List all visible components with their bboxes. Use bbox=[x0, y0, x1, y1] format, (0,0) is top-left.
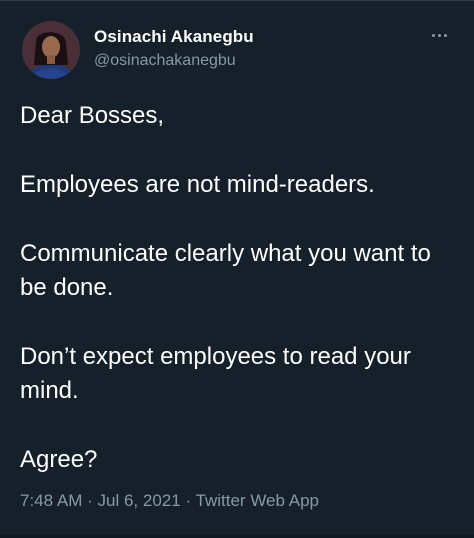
author-handle[interactable]: @osinachakanegbu bbox=[94, 52, 236, 70]
tweet-paragraph: Employees are not mind-readers. bbox=[20, 171, 375, 198]
tweet-paragraph: Don’t expect employees to read your mind… bbox=[20, 343, 411, 404]
tweet-date[interactable]: Jul 6, 2021 bbox=[98, 491, 181, 510]
dot bbox=[437, 33, 441, 37]
tweet-text: Dear Bosses, Employees are not mind-read… bbox=[20, 99, 464, 477]
tweet-paragraph: Dear Bosses, bbox=[20, 102, 165, 129]
dot bbox=[443, 33, 447, 37]
tweet-source[interactable]: Twitter Web App bbox=[196, 491, 319, 510]
meta-separator: · bbox=[87, 491, 93, 510]
meta-separator: · bbox=[185, 491, 192, 510]
dot bbox=[431, 33, 435, 37]
tweet-meta: 7:48 AM · Jul 6, 2021 · Twitter Web App bbox=[20, 491, 319, 511]
avatar[interactable] bbox=[22, 21, 80, 79]
tweet-paragraph: Communicate clearly what you want to be … bbox=[20, 240, 431, 301]
tweet-time[interactable]: 7:48 AM bbox=[20, 491, 82, 510]
avatar-image bbox=[22, 21, 80, 79]
more-dots-icon[interactable] bbox=[424, 25, 454, 45]
tweet-paragraph: Agree? bbox=[20, 446, 98, 473]
tweet-card: Osinachi Akanegbu @osinachakanegbu Dear … bbox=[0, 0, 474, 538]
author-name[interactable]: Osinachi Akanegbu bbox=[94, 27, 254, 47]
